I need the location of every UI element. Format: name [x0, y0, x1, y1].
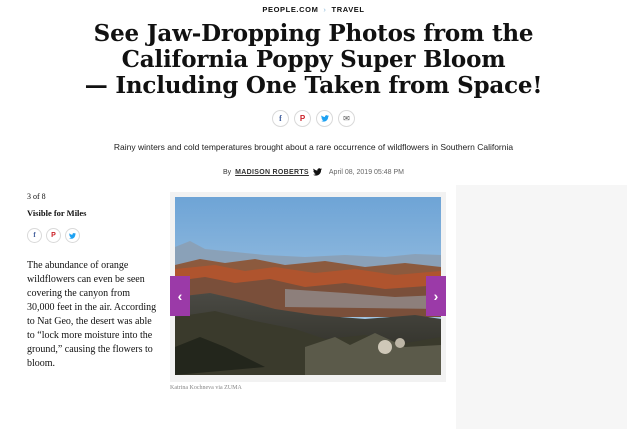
- breadcrumb-section-link[interactable]: TRAVEL: [332, 5, 365, 14]
- slide-caption: The abundance of orange wildflowers can …: [27, 260, 157, 369]
- slide-title: Visible for Miles: [27, 208, 87, 218]
- facebook-icon: f: [279, 113, 282, 123]
- poppy-canyon-photo: [175, 197, 441, 375]
- headline-line: — Including One Taken from Space!: [84, 72, 543, 99]
- pinterest-icon: P: [299, 113, 306, 123]
- photo-credit: Katrina Kochneva via ZUMA: [170, 385, 242, 391]
- facebook-share-button[interactable]: f: [27, 228, 42, 243]
- pinterest-share-button[interactable]: P: [294, 110, 311, 127]
- headline-line: California Poppy Super Bloom: [121, 46, 506, 73]
- facebook-share-button[interactable]: f: [272, 110, 289, 127]
- chevron-right-icon: ›: [323, 5, 327, 14]
- twitter-icon: [69, 232, 76, 239]
- email-share-button[interactable]: ✉: [338, 110, 355, 127]
- breadcrumb-site-link[interactable]: PEOPLE.COM: [262, 5, 318, 14]
- chevron-left-icon: ‹: [177, 288, 183, 304]
- share-bar-slide: f P: [27, 228, 157, 243]
- gallery-photo: [175, 197, 441, 375]
- breadcrumb: PEOPLE.COM › TRAVEL: [0, 5, 627, 14]
- ad-slot: [456, 185, 627, 429]
- next-slide-button[interactable]: ›: [426, 276, 446, 316]
- article-dek: Rainy winters and cold temperatures brou…: [113, 142, 514, 152]
- twitter-icon[interactable]: [312, 168, 322, 176]
- pinterest-icon: P: [51, 232, 56, 239]
- slide-counter: 3 of 8: [27, 192, 46, 201]
- slide-sidebar: 3 of 8 Visible for Miles f P The abundan…: [27, 192, 157, 371]
- facebook-icon: f: [33, 231, 36, 239]
- author-link[interactable]: MADISON ROBERTS: [235, 169, 309, 176]
- chevron-right-icon: ›: [433, 288, 439, 304]
- email-icon: ✉: [343, 113, 350, 123]
- pinterest-share-button[interactable]: P: [46, 228, 61, 243]
- share-bar-top: f P ✉: [0, 110, 627, 127]
- twitter-share-button[interactable]: [65, 228, 80, 243]
- publish-date: April 08, 2019 05:48 PM: [328, 168, 404, 176]
- photo-gallery: ‹ ›: [170, 192, 446, 382]
- previous-slide-button[interactable]: ‹: [170, 276, 190, 316]
- byline-prefix: By: [222, 168, 232, 176]
- headline-line: See Jaw-Dropping Photos from the: [93, 20, 534, 47]
- byline: By MADISON ROBERTS April 08, 2019 05:48 …: [0, 168, 627, 176]
- twitter-icon: [320, 115, 329, 122]
- twitter-share-button[interactable]: [316, 110, 333, 127]
- page-title: See Jaw-Dropping Photos from the Califor…: [0, 21, 627, 99]
